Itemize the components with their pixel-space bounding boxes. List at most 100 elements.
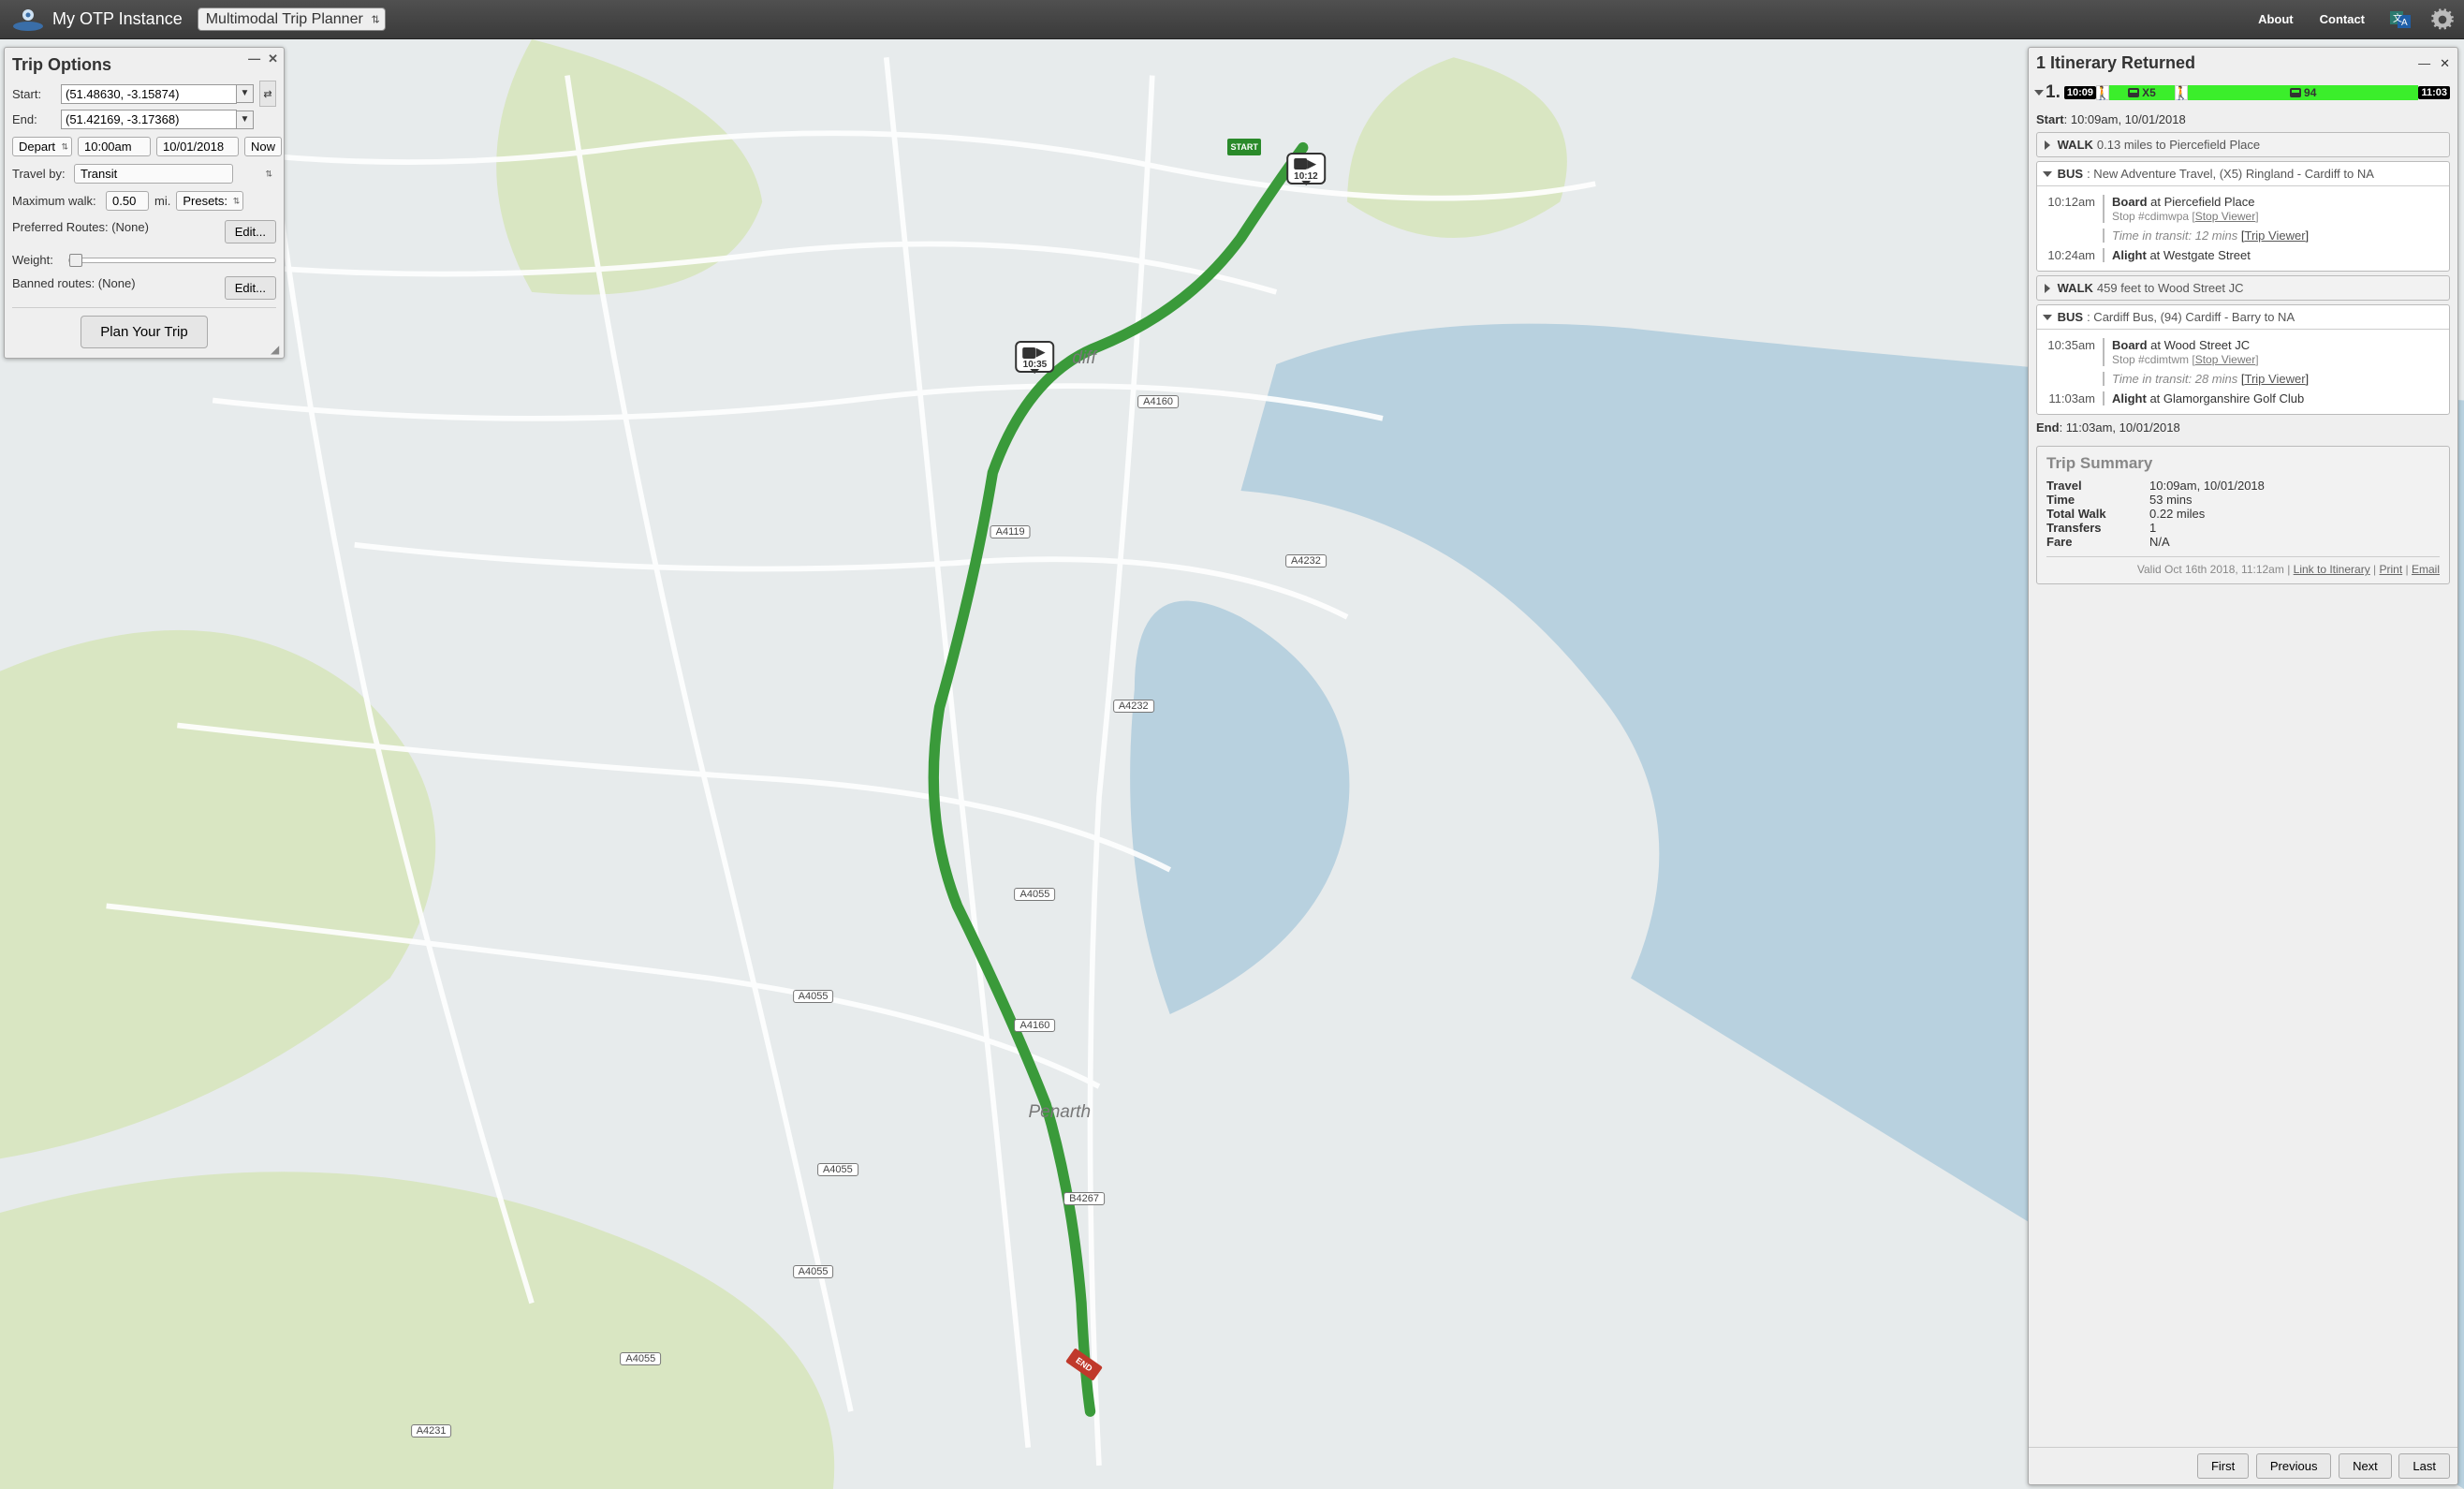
start-line: Start: 10:09am, 10/01/2018 <box>2036 112 2450 126</box>
itinerary-title: 1 Itinerary Returned <box>2036 53 2418 73</box>
trip-summary-box: Trip Summary Travel10:09am, 10/01/2018 T… <box>2036 446 2450 584</box>
planner-select[interactable]: Multimodal Trip Planner <box>198 7 386 31</box>
alight-time: 10:24am <box>2045 248 2105 262</box>
brand-title: My OTP Instance <box>52 9 183 29</box>
chevron-right-icon <box>2045 284 2050 293</box>
road-label: A4232 <box>1113 700 1154 713</box>
bus-leg-2: BUS: Cardiff Bus, (94) Cardiff - Barry t… <box>2036 304 2450 415</box>
road-label: A4055 <box>620 1352 661 1365</box>
time-input[interactable] <box>78 137 151 156</box>
presets-select[interactable]: Presets: <box>176 191 243 211</box>
weight-label: Weight: <box>12 253 61 267</box>
edit-banned-button[interactable]: Edit... <box>225 276 276 300</box>
road-label: A4160 <box>1015 1019 1056 1032</box>
itinerary-number: 1. <box>2046 82 2061 103</box>
now-button[interactable]: Now <box>244 137 282 156</box>
travel-by-select[interactable]: Transit <box>74 164 233 184</box>
end-input[interactable] <box>61 110 237 129</box>
bus-icon <box>2128 88 2139 97</box>
road-label: A4055 <box>1015 888 1056 901</box>
svg-text:A: A <box>2401 18 2408 28</box>
edit-preferred-button[interactable]: Edit... <box>225 220 276 243</box>
bus-icon <box>2290 88 2301 97</box>
max-walk-label: Maximum walk: <box>12 194 106 208</box>
bus-leg-2-header[interactable]: BUS: Cardiff Bus, (94) Cardiff - Barry t… <box>2037 305 2449 329</box>
road-label: B4267 <box>1063 1192 1105 1205</box>
language-icon[interactable]: 文A <box>2389 8 2412 31</box>
walk-leg-2[interactable]: WALK 459 feet to Wood Street JC <box>2036 275 2450 301</box>
bus-leg-1: BUS: New Adventure Travel, (X5) Ringland… <box>2036 161 2450 272</box>
road-label: A4055 <box>793 990 834 1003</box>
email-link[interactable]: Email <box>2412 563 2440 576</box>
walk-segment: 🚶 <box>2175 85 2188 100</box>
arrive-time-pill: 11:03 <box>2418 86 2450 99</box>
minimize-icon[interactable]: — <box>248 52 260 66</box>
end-dropdown-icon[interactable]: ▼ <box>237 111 254 129</box>
pager-next-button[interactable]: Next <box>2339 1453 2392 1479</box>
walk-segment: 🚶 <box>2096 85 2109 100</box>
end-label: End: <box>12 112 61 126</box>
banned-routes-label: Banned routes: (None) <box>12 276 136 290</box>
stop-viewer-link[interactable]: Stop Viewer <box>2195 353 2255 366</box>
depart-arrive-select[interactable]: Depart <box>12 137 72 156</box>
close-icon[interactable]: ✕ <box>2440 56 2450 71</box>
road-label: A4232 <box>1285 554 1327 568</box>
start-dropdown-icon[interactable]: ▼ <box>237 84 254 103</box>
bus-leg-1-header[interactable]: BUS: New Adventure Travel, (X5) Ringland… <box>2037 162 2449 185</box>
pager-last-button[interactable]: Last <box>2398 1453 2450 1479</box>
plan-trip-button[interactable]: Plan Your Trip <box>81 316 207 348</box>
pager-previous-button[interactable]: Previous <box>2256 1453 2332 1479</box>
road-label: A4055 <box>817 1163 858 1176</box>
minimize-icon[interactable]: — <box>2418 56 2430 70</box>
preferred-routes-label: Preferred Routes: (None) <box>12 220 149 234</box>
chevron-down-icon <box>2034 90 2044 96</box>
board-time: 10:35am <box>2045 338 2105 366</box>
link-to-itinerary[interactable]: Link to Itinerary <box>2294 563 2370 576</box>
bus-segment-2: 94 <box>2188 85 2418 100</box>
transit-marker-1[interactable]: ▶10:12 <box>1286 153 1326 184</box>
trip-options-title: Trip Options <box>12 55 276 75</box>
max-walk-input[interactable] <box>106 191 149 211</box>
stop-viewer-link[interactable]: Stop Viewer <box>2195 210 2255 223</box>
close-icon[interactable]: ✕ <box>268 52 278 66</box>
itinerary-panel: 1 Itinerary Returned — ✕ 1. 10:09 🚶 X5 🚶… <box>2028 47 2458 1485</box>
settings-gear-icon[interactable] <box>2430 7 2455 32</box>
start-input[interactable] <box>61 84 237 104</box>
nav-about[interactable]: About <box>2258 12 2294 26</box>
itinerary-summary-bar[interactable]: 1. 10:09 🚶 X5 🚶 94 11:03 <box>2036 82 2450 103</box>
chevron-down-icon <box>2043 315 2052 320</box>
top-bar: My OTP Instance Multimodal Trip Planner … <box>0 0 2464 39</box>
date-input[interactable] <box>156 137 239 156</box>
start-flag-label: START <box>1227 139 1261 155</box>
bus-segment-1: X5 <box>2109 85 2175 100</box>
road-label: A4119 <box>990 525 1031 538</box>
start-flag-marker[interactable]: START <box>1227 139 1261 155</box>
pager: First Previous Next Last <box>2029 1447 2457 1484</box>
alight-time: 11:03am <box>2045 391 2105 405</box>
slider-thumb-icon[interactable] <box>69 254 82 267</box>
walk-leg-1[interactable]: WALK 0.13 miles to Piercefield Place <box>2036 132 2450 157</box>
travel-by-label: Travel by: <box>12 167 74 181</box>
bus-icon <box>1023 347 1036 359</box>
road-label: A4231 <box>411 1424 452 1437</box>
end-line: End: 11:03am, 10/01/2018 <box>2036 420 2450 435</box>
start-label: Start: <box>12 87 61 101</box>
swap-endpoints-button[interactable]: ⇄ <box>259 81 276 107</box>
nav-contact[interactable]: Contact <box>2320 12 2365 26</box>
trip-summary-title: Trip Summary <box>2046 454 2440 473</box>
print-link[interactable]: Print <box>2380 563 2403 576</box>
board-time: 10:12am <box>2045 195 2105 223</box>
pager-first-button[interactable]: First <box>2197 1453 2249 1479</box>
bus-icon <box>1294 158 1307 170</box>
trip-viewer-link[interactable]: Trip Viewer <box>2245 372 2306 386</box>
transit-marker-2[interactable]: ▶10:35 <box>1016 341 1055 373</box>
road-label: A4160 <box>1137 395 1179 408</box>
end-flag-marker[interactable]: END <box>1067 1356 1101 1373</box>
trip-viewer-link[interactable]: Trip Viewer <box>2245 229 2306 243</box>
weight-slider[interactable] <box>68 258 276 263</box>
logo-icon <box>9 6 47 34</box>
depart-time-pill: 10:09 <box>2064 86 2096 99</box>
max-walk-unit: mi. <box>154 194 170 208</box>
chevron-down-icon <box>2043 171 2052 177</box>
planner-select-wrap: Multimodal Trip Planner <box>198 7 386 31</box>
